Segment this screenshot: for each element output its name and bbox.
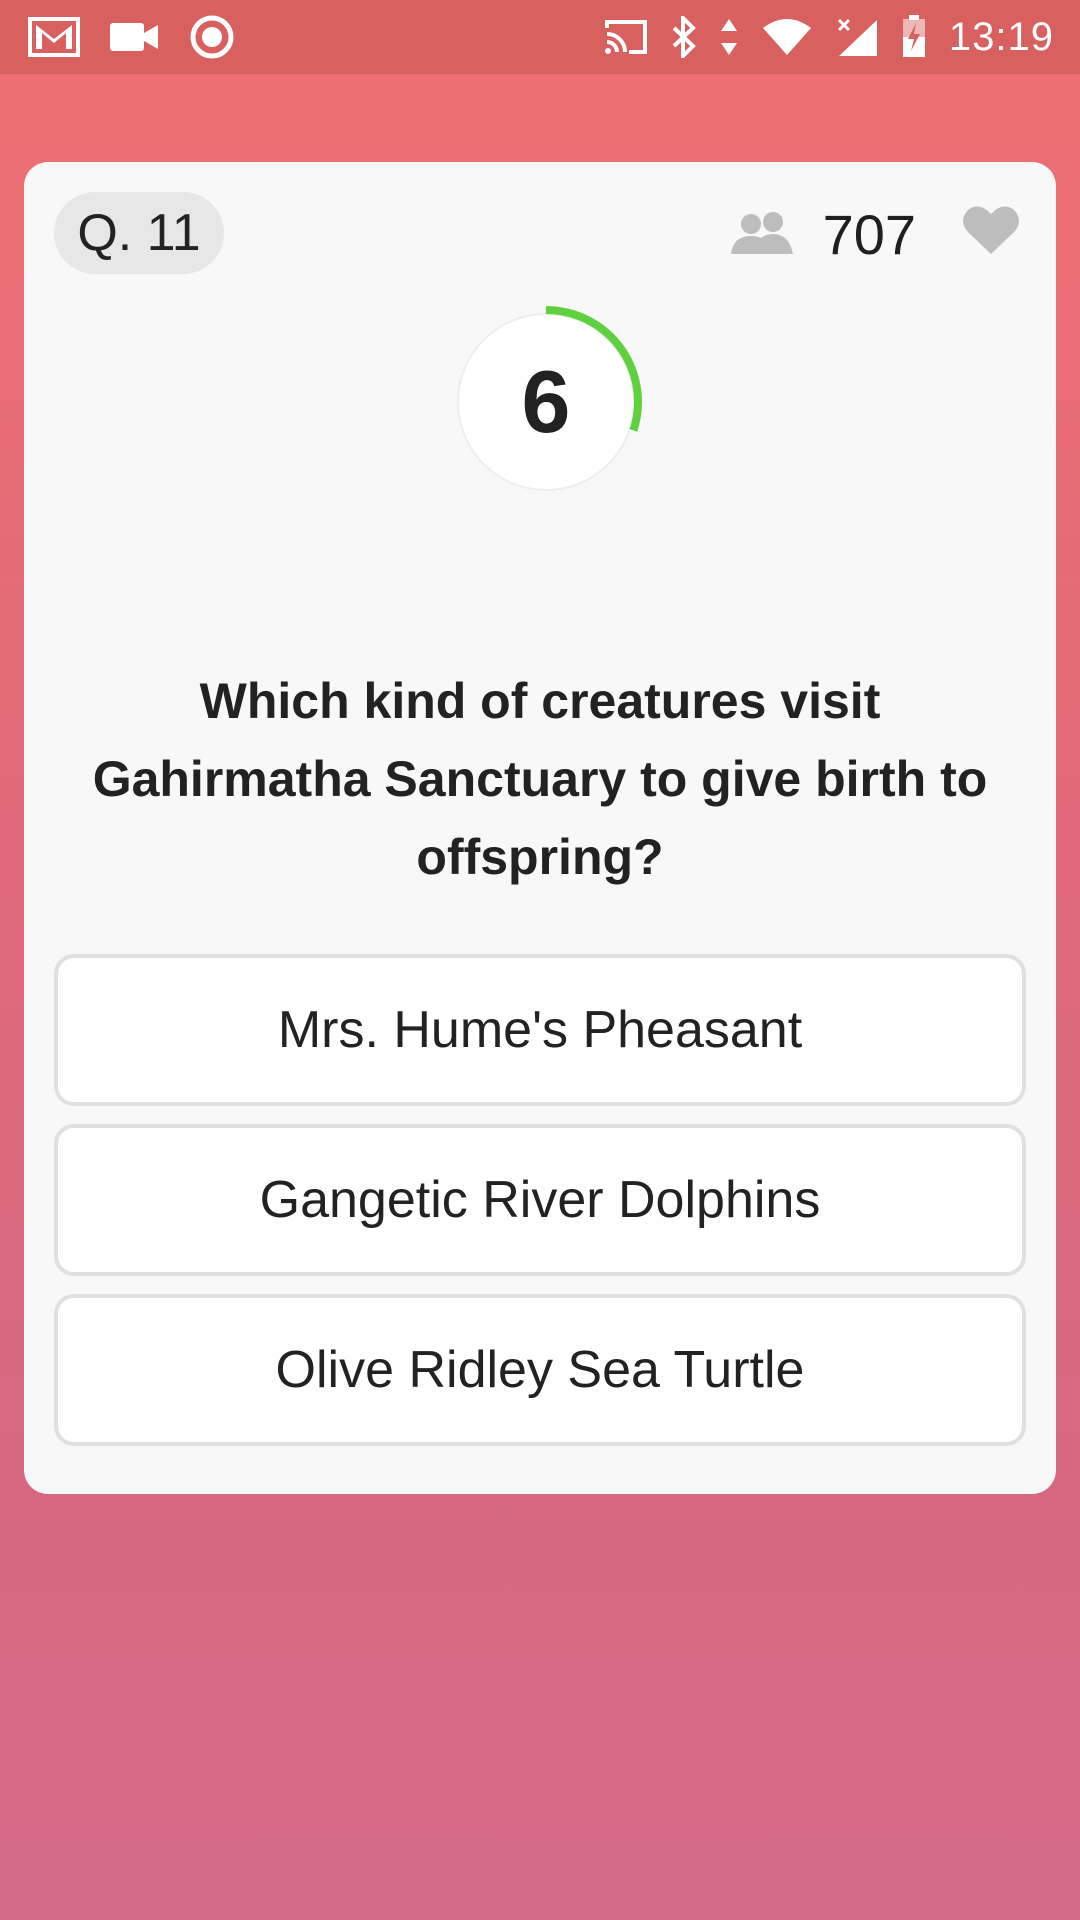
- battery-charging-icon: [901, 15, 927, 59]
- status-bar-left: [28, 14, 234, 60]
- countdown-timer: 6: [446, 302, 646, 502]
- question-number-badge: Q. 11: [54, 192, 224, 274]
- no-signal-icon: [835, 16, 879, 58]
- record-icon: [190, 15, 234, 59]
- status-bar-right: 13:19: [603, 12, 1054, 62]
- data-arrows-icon: [719, 17, 739, 57]
- answer-list: Mrs. Hume's Pheasant Gangetic River Dolp…: [54, 954, 1026, 1464]
- gmail-icon: [28, 17, 80, 57]
- answer-option-1[interactable]: Mrs. Hume's Pheasant: [54, 954, 1026, 1106]
- status-bar-clock: 13:19: [948, 14, 1054, 59]
- player-count-value: 707: [822, 202, 916, 266]
- people-icon: [729, 210, 797, 259]
- question-text: Which kind of creatures visit Gahirmatha…: [92, 673, 988, 885]
- question-card: Q. 11 707 6 Which kind of creatures visi…: [24, 162, 1056, 1494]
- status-bar: 13:19: [0, 0, 1080, 74]
- wifi-icon: [761, 18, 813, 56]
- heart-icon[interactable]: [962, 204, 1020, 261]
- player-count: 707: [729, 202, 916, 266]
- bluetooth-icon: [671, 16, 697, 58]
- video-camera-icon: [110, 21, 160, 53]
- answer-option-2[interactable]: Gangetic River Dolphins: [54, 1124, 1026, 1276]
- countdown-value: 6: [521, 352, 571, 451]
- cast-icon: [603, 18, 649, 56]
- answer-option-3[interactable]: Olive Ridley Sea Turtle: [54, 1294, 1026, 1446]
